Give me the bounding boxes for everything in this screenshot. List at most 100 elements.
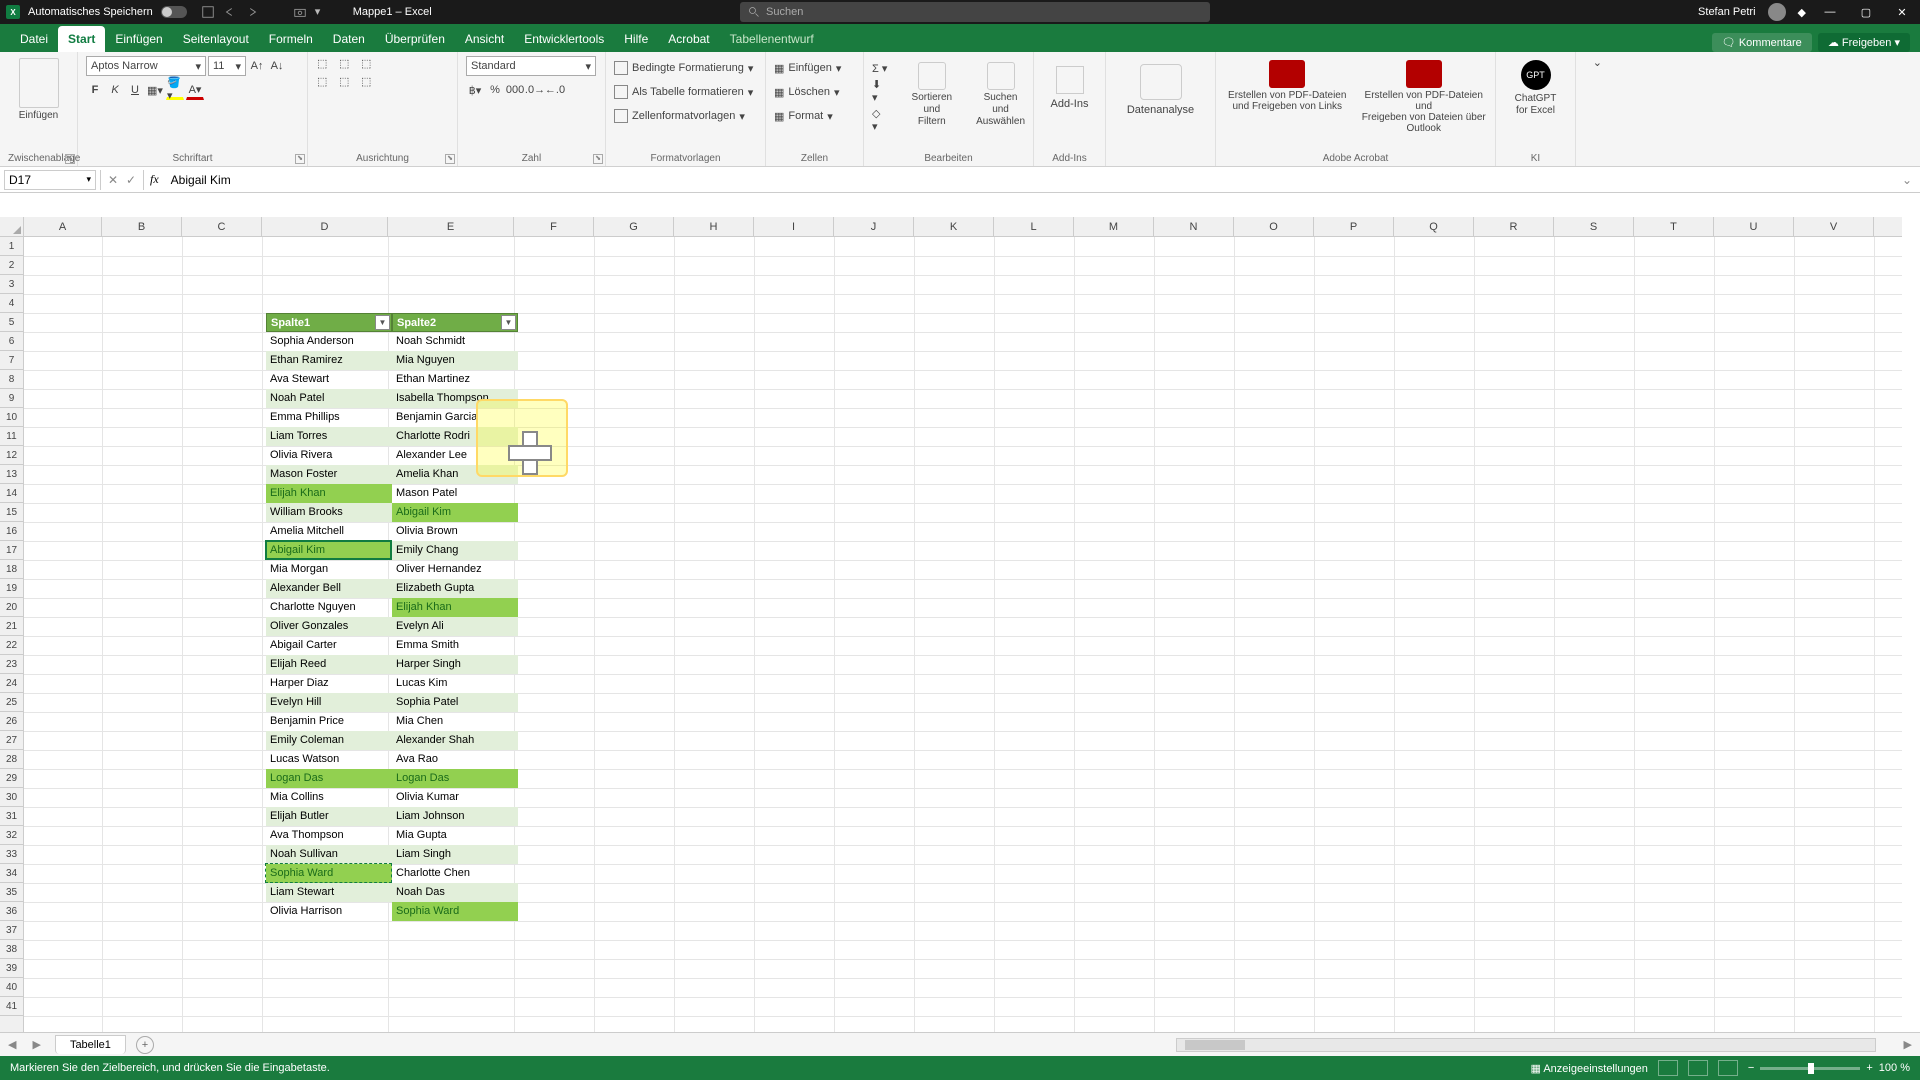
redo-icon[interactable] [245, 5, 259, 19]
sheet-nav-next-icon[interactable]: ▶ [24, 1038, 48, 1051]
tab-pagelayout[interactable]: Seitenlayout [173, 26, 259, 52]
table-cell[interactable]: Lucas Kim [392, 674, 518, 693]
decrease-font-icon[interactable]: A↓ [268, 56, 286, 76]
table-cell[interactable]: Abigail Carter [266, 636, 392, 655]
table-cell[interactable]: Emma Smith [392, 636, 518, 655]
table-cell[interactable]: Benjamin Price [266, 712, 392, 731]
chatgpt-button[interactable]: GPT ChatGPT for Excel [1504, 60, 1567, 116]
table-cell[interactable]: Sophia Ward [392, 902, 518, 921]
table-cell[interactable]: Alexander Bell [266, 579, 392, 598]
row-header-14[interactable]: 14 [0, 484, 23, 503]
zoom-in-icon[interactable]: + [1866, 1062, 1872, 1074]
col-header-A[interactable]: A [24, 217, 102, 236]
table-cell[interactable]: Elijah Reed [266, 655, 392, 674]
table-cell[interactable]: Olivia Rivera [266, 446, 392, 465]
clear-button[interactable]: ◇ ▾ [872, 107, 888, 133]
table-cell[interactable]: Alexander Lee [392, 446, 518, 465]
col-header-H[interactable]: H [674, 217, 754, 236]
minimize-button[interactable]: — [1818, 6, 1842, 18]
table-row[interactable]: Logan DasLogan Das [266, 769, 518, 788]
table-row[interactable]: Benjamin PriceMia Chen [266, 712, 518, 731]
cell-styles-button[interactable]: Zellenformatvorlagen ▾ [614, 104, 757, 128]
tab-data[interactable]: Daten [323, 26, 375, 52]
row-header-37[interactable]: 37 [0, 921, 23, 940]
row-header-39[interactable]: 39 [0, 959, 23, 978]
table-cell[interactable]: Liam Singh [392, 845, 518, 864]
table-row[interactable]: Ethan RamirezMia Nguyen [266, 351, 518, 370]
row-header-19[interactable]: 19 [0, 579, 23, 598]
col-header-B[interactable]: B [102, 217, 182, 236]
tab-insert[interactable]: Einfügen [105, 26, 172, 52]
normal-view-icon[interactable] [1658, 1060, 1678, 1076]
paste-button[interactable] [19, 58, 59, 108]
align-bottom-icon[interactable]: ⬚ [360, 56, 380, 72]
align-dialog-launcher[interactable]: ⬊ [445, 154, 455, 164]
table-header-2[interactable]: Spalte2▼ [392, 313, 518, 332]
col-header-C[interactable]: C [182, 217, 262, 236]
table-cell[interactable]: Logan Das [266, 769, 392, 788]
table-cell[interactable]: Sophia Ward [266, 864, 392, 883]
qat-more-icon[interactable]: ▾ [315, 5, 329, 19]
save-icon[interactable] [201, 5, 215, 19]
table-cell[interactable]: Noah Patel [266, 389, 392, 408]
table-row[interactable]: Liam TorresCharlotte Rodri [266, 427, 518, 446]
col-header-P[interactable]: P [1314, 217, 1394, 236]
col-header-D[interactable]: D [262, 217, 388, 236]
table-cell[interactable]: Olivia Harrison [266, 902, 392, 921]
table-cell[interactable]: Noah Sullivan [266, 845, 392, 864]
row-header-22[interactable]: 22 [0, 636, 23, 655]
sheet-tab-1[interactable]: Tabelle1 [55, 1035, 126, 1054]
zoom-out-icon[interactable]: − [1748, 1062, 1754, 1074]
table-row[interactable]: Sophia AndersonNoah Schmidt [266, 332, 518, 351]
tab-formulas[interactable]: Formeln [259, 26, 323, 52]
row-header-15[interactable]: 15 [0, 503, 23, 522]
table-cell[interactable]: Olivia Brown [392, 522, 518, 541]
table-row[interactable]: Olivia RiveraAlexander Lee [266, 446, 518, 465]
table-cell[interactable]: Mia Collins [266, 788, 392, 807]
table-cell[interactable]: Liam Torres [266, 427, 392, 446]
tab-tabledesign[interactable]: Tabellenentwurf [720, 26, 824, 52]
row-header-31[interactable]: 31 [0, 807, 23, 826]
row-header-25[interactable]: 25 [0, 693, 23, 712]
table-cell[interactable]: Emily Chang [392, 541, 518, 560]
row-header-2[interactable]: 2 [0, 256, 23, 275]
align-left-icon[interactable]: ⬚ [316, 74, 336, 90]
collapse-ribbon-button[interactable]: ⌄ [1576, 52, 1606, 166]
column-headers[interactable]: ABCDEFGHIJKLMNOPQRSTUV [24, 217, 1902, 237]
table-row[interactable]: Ava StewartEthan Martinez [266, 370, 518, 389]
table-cell[interactable]: Mia Chen [392, 712, 518, 731]
worksheet-grid[interactable]: ABCDEFGHIJKLMNOPQRSTUV 12345678910111213… [0, 217, 1920, 1032]
italic-button[interactable]: K [106, 80, 124, 100]
table-cell[interactable]: Charlotte Nguyen [266, 598, 392, 617]
row-header-20[interactable]: 20 [0, 598, 23, 617]
row-header-1[interactable]: 1 [0, 237, 23, 256]
table-row[interactable]: Oliver GonzalesEvelyn Ali [266, 617, 518, 636]
row-header-24[interactable]: 24 [0, 674, 23, 693]
row-header-16[interactable]: 16 [0, 522, 23, 541]
row-header-35[interactable]: 35 [0, 883, 23, 902]
sort-filter-button[interactable]: Sortieren und Filtern [906, 62, 959, 133]
table-cell[interactable]: Emily Coleman [266, 731, 392, 750]
row-header-21[interactable]: 21 [0, 617, 23, 636]
table-row[interactable]: Charlotte NguyenElijah Khan [266, 598, 518, 617]
col-header-U[interactable]: U [1714, 217, 1794, 236]
table-cell[interactable]: Benjamin Garcia [392, 408, 518, 427]
create-pdf-outlook-button[interactable]: Erstellen von PDF-Dateien und Freigeben … [1361, 60, 1488, 134]
row-header-8[interactable]: 8 [0, 370, 23, 389]
table-cell[interactable]: Isabella Thompson [392, 389, 518, 408]
tab-acrobat[interactable]: Acrobat [658, 26, 719, 52]
camera-icon[interactable] [293, 5, 307, 19]
col-header-T[interactable]: T [1634, 217, 1714, 236]
row-header-26[interactable]: 26 [0, 712, 23, 731]
insert-cells-button[interactable]: ▦ Einfügen ▾ [774, 56, 855, 80]
tab-review[interactable]: Überprüfen [375, 26, 455, 52]
filter-dropdown-icon[interactable]: ▼ [501, 315, 516, 330]
col-header-S[interactable]: S [1554, 217, 1634, 236]
col-header-F[interactable]: F [514, 217, 594, 236]
row-header-34[interactable]: 34 [0, 864, 23, 883]
row-header-38[interactable]: 38 [0, 940, 23, 959]
table-cell[interactable]: Sophia Patel [392, 693, 518, 712]
row-header-36[interactable]: 36 [0, 902, 23, 921]
clipboard-dialog-launcher[interactable]: ⬊ [65, 154, 75, 164]
fill-color-button[interactable]: 🪣▾ [166, 80, 184, 100]
